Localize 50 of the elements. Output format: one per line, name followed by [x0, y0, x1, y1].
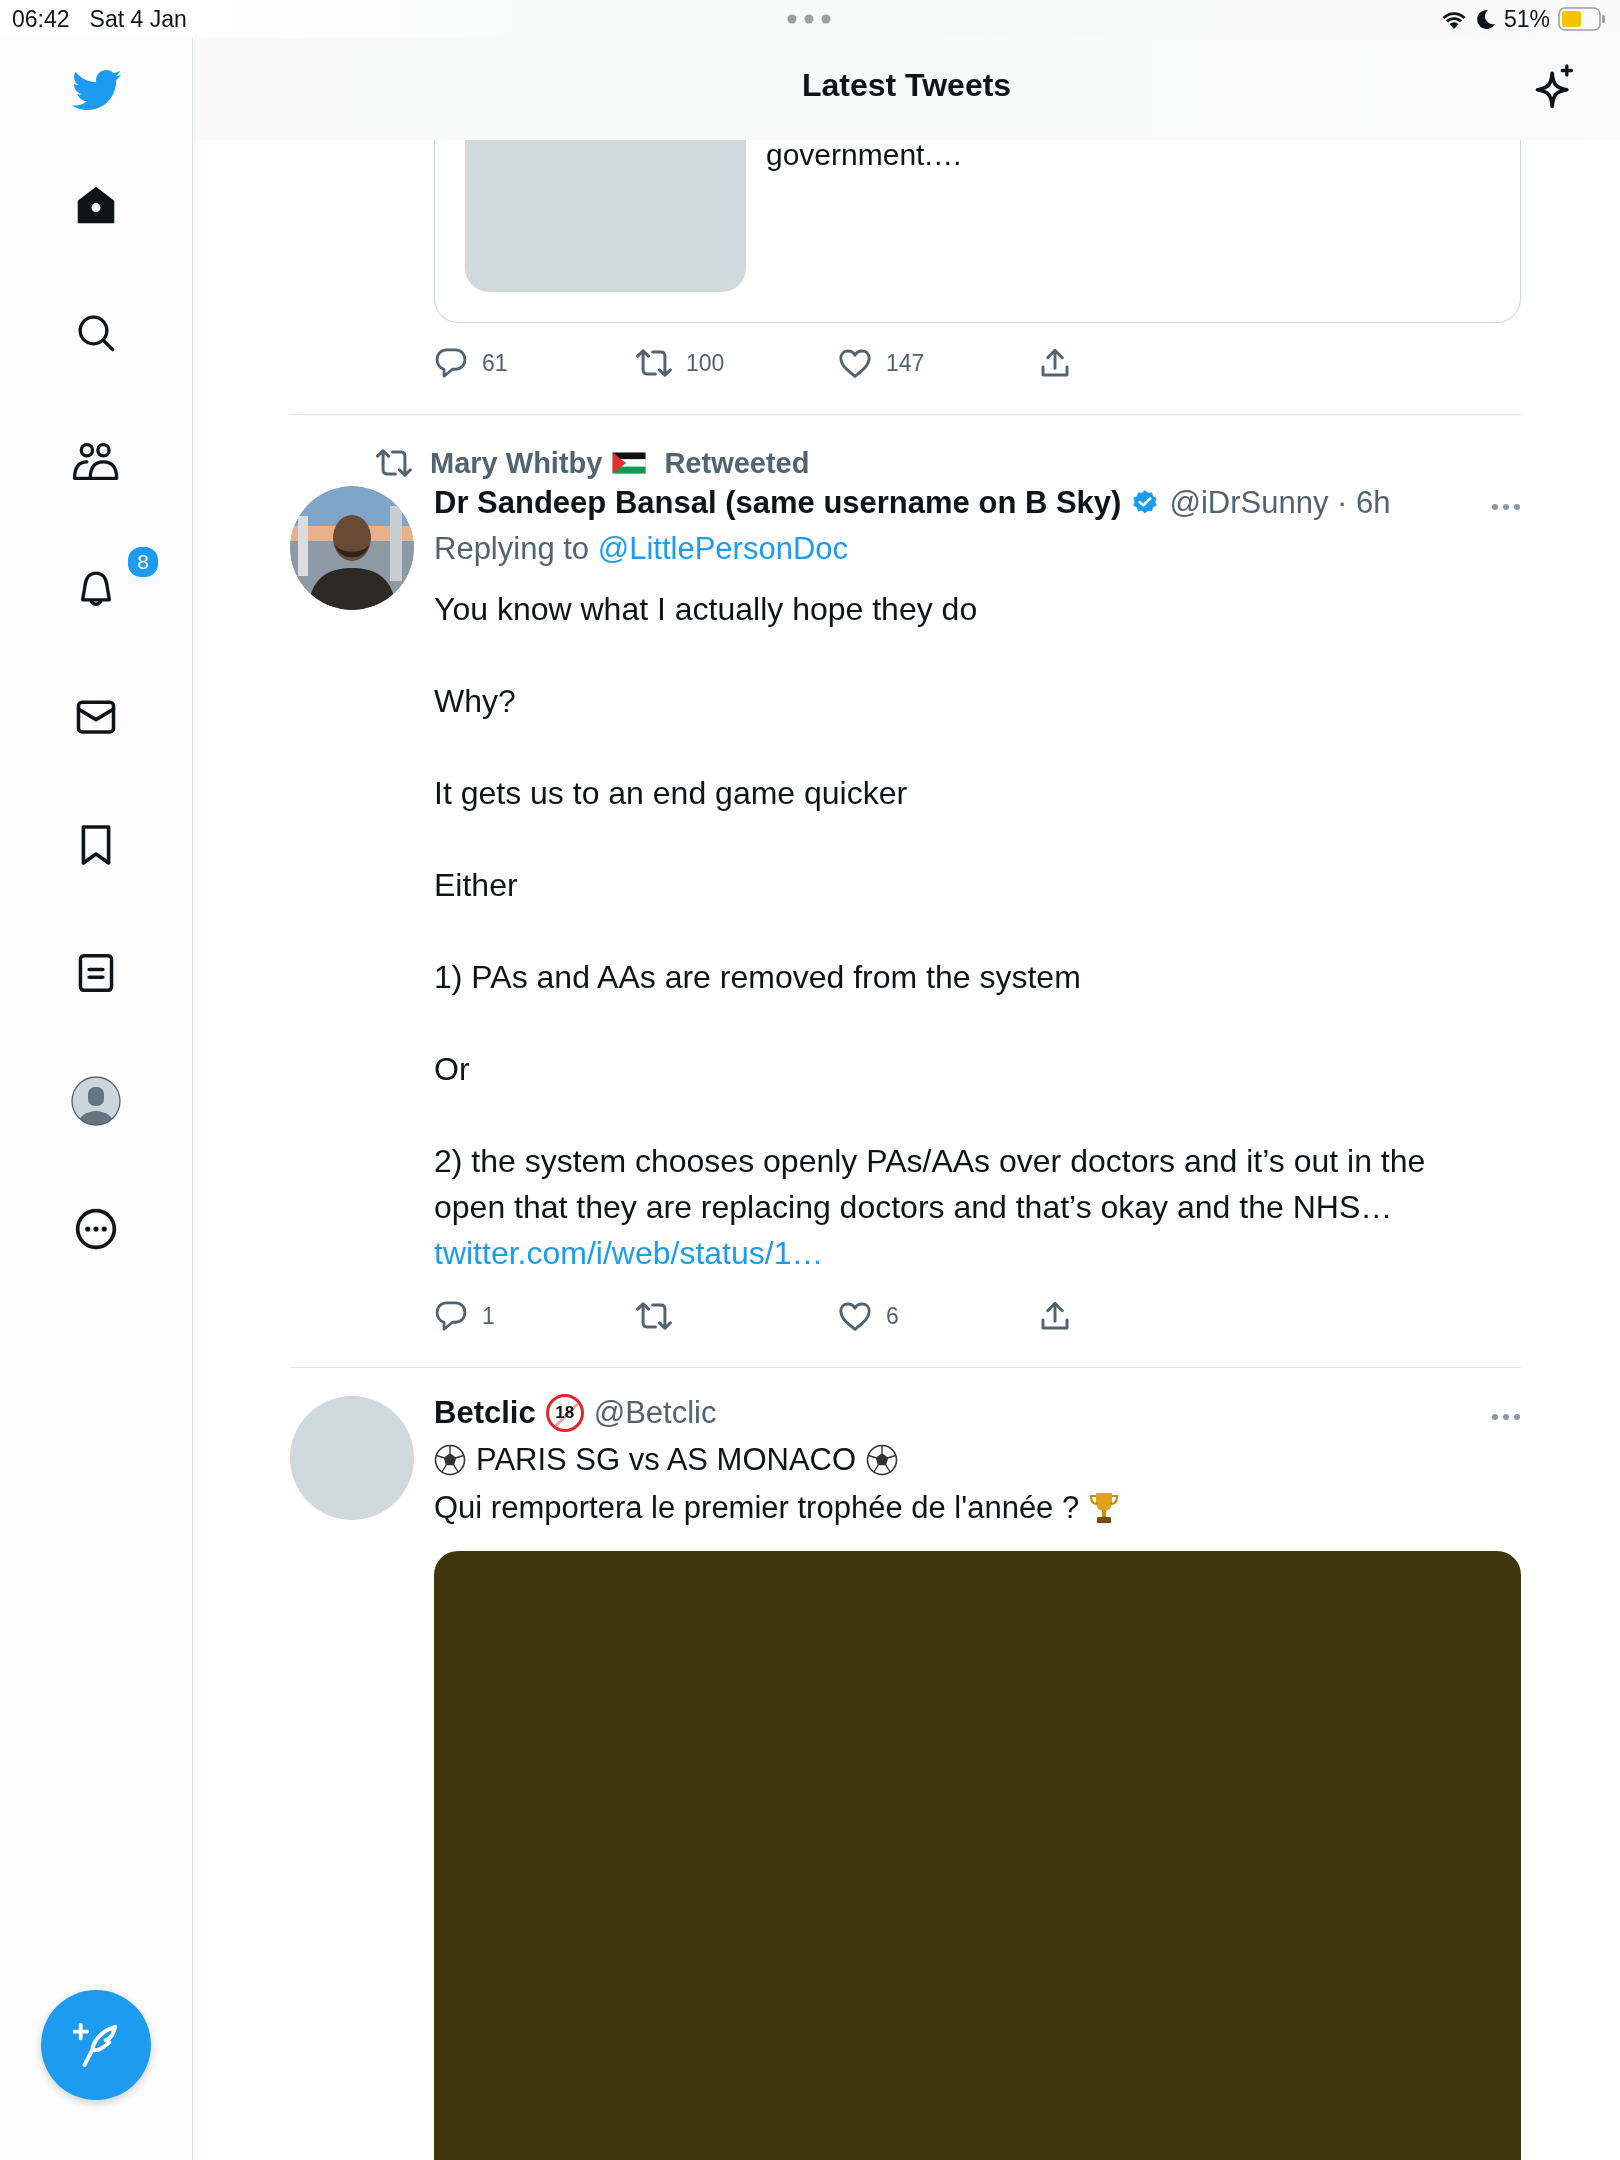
feather-plus-icon: [73, 2023, 119, 2067]
reply-icon: [434, 347, 468, 379]
reply-icon: [434, 1300, 468, 1332]
like-button[interactable]: 6: [838, 1298, 899, 1334]
retweet-icon: [636, 1301, 672, 1331]
author-name[interactable]: Dr Sandeep Bansal (same username on B Sky): [434, 485, 1122, 521]
bird-icon: [70, 68, 122, 112]
share-icon: [1040, 1300, 1070, 1332]
retweeted-label: Retweeted: [664, 446, 810, 480]
more-dots-icon: [1491, 502, 1521, 511]
replying-to-text: Replying to @LittlePersonDoc: [434, 530, 850, 568]
tweet-text: You know what I actually hope they do: [434, 590, 979, 629]
tweet-text: Either: [434, 866, 519, 905]
quoted-tweet-card[interactable]: government.…: [434, 140, 1521, 323]
retweet-icon: [376, 448, 412, 478]
tweet-text: Qui remportera le premier trophée de l'année ?: [434, 1489, 1080, 1527]
heart-icon: [838, 348, 872, 378]
tweet-text: Why?: [434, 682, 517, 721]
page-title: Latest Tweets: [801, 66, 1012, 104]
handle-and-time: @iDrSunny · 6h: [1169, 485, 1391, 521]
tweet-text: PARIS SG vs AS MONACO: [476, 1441, 857, 1479]
multitask-dots-icon[interactable]: [787, 14, 831, 24]
tweet-text: Or: [434, 1050, 471, 1089]
battery-percent: 51%: [1503, 5, 1550, 33]
date-text: Sat 4 Jan: [89, 5, 187, 33]
soccer-ball-icon: [434, 1444, 466, 1476]
notification-count-badge: 8: [126, 545, 160, 579]
heart-icon: [838, 1301, 872, 1331]
reply-button[interactable]: 61: [434, 345, 508, 381]
reply-button[interactable]: 1: [434, 1298, 495, 1334]
trophy-icon: [1089, 1491, 1120, 1525]
retweet-button[interactable]: 100: [636, 345, 725, 381]
compose-button[interactable]: [41, 1990, 151, 2100]
age-restriction-badge: 18: [545, 1394, 584, 1432]
moon-icon: [1475, 8, 1496, 30]
tweet-text: It gets us to an end game quicker: [434, 774, 909, 813]
handle-and-time: @Betclic: [593, 1395, 717, 1431]
clock-time: 06:42: [12, 5, 70, 33]
tweet-text: 2) the system chooses openly PAs/AAs over doctors and it’s out in the open that they are replacing doctors and that’s okay and the NHS…: [434, 1142, 1427, 1227]
more-dots-icon: [1491, 1412, 1521, 1421]
share-icon: [1040, 347, 1070, 379]
flag-icon: [612, 452, 647, 474]
battery-icon: [1558, 7, 1606, 31]
retweet-icon: [636, 348, 672, 378]
quoted-tweet-text: government.…: [766, 137, 963, 173]
author-name[interactable]: Betclic: [434, 1395, 536, 1431]
like-button[interactable]: 147: [838, 345, 925, 381]
soccer-ball-icon: [866, 1444, 899, 1476]
retweeter-name[interactable]: Mary Whitby: [430, 446, 603, 480]
tweet-text: 1) PAs and AAs are removed from the system: [434, 958, 1082, 997]
